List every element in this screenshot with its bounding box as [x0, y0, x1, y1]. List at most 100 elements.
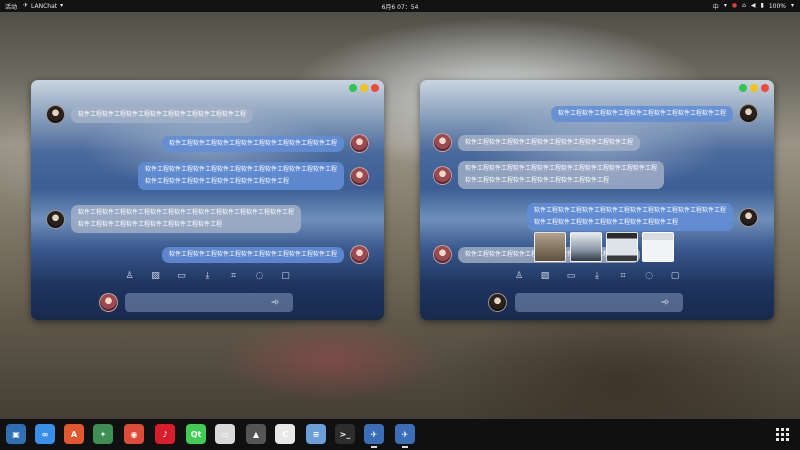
- user-icon[interactable]: ♙: [513, 270, 525, 282]
- virtualbox-icon[interactable]: ▣: [6, 424, 26, 444]
- message-bubble[interactable]: 软件工程软件工程软件工程软件工程软件工程软件工程软件工程: [71, 106, 254, 123]
- chevron-down-icon[interactable]: ▾: [791, 3, 794, 9]
- avatar[interactable]: [433, 165, 452, 185]
- composer: ➾: [420, 291, 774, 313]
- avatar[interactable]: [433, 133, 452, 152]
- app-menu-icon: ✈: [23, 2, 29, 9]
- message-row: 软件工程软件工程软件工程软件工程软件工程软件工程软件工程: [161, 134, 369, 153]
- text-editor-icon[interactable]: ≡: [306, 424, 326, 444]
- avatar[interactable]: [46, 105, 65, 124]
- message-row: 软件工程软件工程软件工程软件工程软件工程软件工程软件工程: [433, 133, 641, 152]
- screenshot-thumbnail[interactable]: [642, 232, 674, 262]
- baidu-netdisk-icon[interactable]: ∞: [35, 424, 55, 444]
- network-icon[interactable]: ⌂: [742, 3, 746, 9]
- message-bubble[interactable]: 软件工程软件工程软件工程软件工程软件工程软件工程软件工程软件工程软件工程软件工程…: [526, 203, 733, 231]
- screenshot-thumbnail[interactable]: [570, 232, 602, 262]
- message-input[interactable]: [515, 293, 683, 312]
- folder-icon[interactable]: ▭: [565, 270, 577, 282]
- send-icon[interactable]: ➾: [271, 295, 279, 310]
- avatar[interactable]: [350, 134, 369, 153]
- chat-window-right: 软件工程软件工程软件工程软件工程软件工程软件工程软件工程 软件工程软件工程软件工程…: [420, 80, 774, 320]
- message-text: 软件工程软件工程软件工程软件工程软件工程软件工程软件工程软件工程: [533, 207, 726, 214]
- message-text: 软件工程软件工程软件工程软件工程软件工程软件工程软件工程: [557, 109, 726, 117]
- android-studio-icon[interactable]: ✦: [93, 424, 113, 444]
- screenshot-thumbnail[interactable]: [534, 232, 566, 262]
- avatar[interactable]: [433, 245, 452, 264]
- battery-icon[interactable]: ▮: [761, 3, 764, 9]
- avatar[interactable]: [46, 209, 65, 229]
- message-list[interactable]: 软件工程软件工程软件工程软件工程软件工程软件工程软件工程 软件工程软件工程软件工程…: [31, 80, 384, 266]
- files-icon[interactable]: ▭: [215, 424, 235, 444]
- screenshot-thumbnail[interactable]: [606, 232, 638, 262]
- message-text: 软件工程软件工程软件工程软件工程软件工程软件工程软件工程: [465, 138, 634, 146]
- message-text: 软件工程软件工程软件工程软件工程软件工程软件工程软件工程软件工程: [465, 165, 658, 172]
- message-row: 软件工程软件工程软件工程软件工程软件工程软件工程软件工程软件工程软件工程软件工程…: [433, 161, 665, 189]
- download-icon[interactable]: ⤓: [591, 270, 603, 282]
- message-bubble[interactable]: 软件工程软件工程软件工程软件工程软件工程软件工程软件工程软件工程软件工程软件工程…: [458, 161, 665, 189]
- message-text: 软件工程软件工程软件工程软件工程软件工程软件工程软件工程: [168, 250, 337, 258]
- message-row: 软件工程软件工程软件工程软件工程软件工程软件工程软件工程: [550, 104, 758, 123]
- chat-icon[interactable]: ◌: [643, 270, 655, 282]
- folder-icon[interactable]: ▭: [176, 270, 188, 282]
- chevron-down-icon: ▾: [60, 2, 64, 9]
- window-controls: [349, 84, 379, 92]
- top-bar: 活动 ✈ LANChat ▾ 6月6 07：54 中 ▾ ● ⌂ ◀ ▮ 100…: [0, 0, 800, 12]
- volume-icon[interactable]: ◀: [751, 3, 756, 9]
- message-bubble[interactable]: 软件工程软件工程软件工程软件工程软件工程软件工程软件工程: [550, 105, 733, 122]
- image-icon[interactable]: ▨: [150, 270, 162, 282]
- screenshot-thumbnails: [534, 232, 674, 262]
- lanchat-icon-2[interactable]: ✈: [395, 424, 415, 448]
- send-icon[interactable]: ➾: [661, 295, 669, 310]
- message-bubble[interactable]: 软件工程软件工程软件工程软件工程软件工程软件工程软件工程软件工程软件工程软件工程…: [137, 162, 344, 190]
- message-row: 软件工程软件工程软件工程软件工程软件工程软件工程软件工程软件工程软件工程软件工程…: [46, 205, 302, 233]
- message-text: 软件工程软件工程软件工程软件工程软件工程软件工程软件工程软件工程软件工程: [78, 209, 295, 216]
- download-icon[interactable]: ⤓: [202, 270, 214, 282]
- input-method-indicator[interactable]: 中: [713, 2, 719, 11]
- avatar: [99, 293, 118, 312]
- activities-button[interactable]: 活动: [5, 2, 17, 11]
- avatar[interactable]: [739, 207, 758, 227]
- app-menu[interactable]: ✈ LANChat ▾: [23, 3, 63, 10]
- avatar[interactable]: [350, 166, 369, 186]
- chrome-icon[interactable]: ◉: [124, 424, 144, 444]
- app-store-icon[interactable]: A: [64, 424, 84, 444]
- message-row: 软件工程软件工程软件工程软件工程软件工程软件工程软件工程软件工程软件工程软件工程…: [137, 162, 369, 190]
- image-icon[interactable]: ▨: [539, 270, 551, 282]
- maximize-button[interactable]: [739, 84, 747, 92]
- user-icon[interactable]: ♙: [124, 270, 136, 282]
- avatar[interactable]: [739, 104, 758, 123]
- message-bubble[interactable]: 软件工程软件工程软件工程软件工程软件工程软件工程软件工程: [161, 135, 344, 152]
- chat-icon[interactable]: ◌: [254, 270, 266, 282]
- window-controls: [739, 84, 769, 92]
- maximize-button[interactable]: [349, 84, 357, 92]
- message-input[interactable]: [125, 293, 293, 312]
- minimize-button[interactable]: [750, 84, 758, 92]
- clock[interactable]: 6月6 07：54: [382, 4, 419, 11]
- minimize-button[interactable]: [360, 84, 368, 92]
- message-bubble[interactable]: 软件工程软件工程软件工程软件工程软件工程软件工程软件工程: [161, 246, 344, 263]
- message-text: 软件工程软件工程软件工程软件工程软件工程软件工程: [78, 221, 223, 228]
- clion-icon[interactable]: C: [275, 424, 295, 444]
- message-text: 软件工程软件工程软件工程软件工程软件工程软件工程: [465, 177, 610, 184]
- show-apps-icon[interactable]: [776, 428, 790, 442]
- message-bubble[interactable]: 软件工程软件工程软件工程软件工程软件工程软件工程软件工程软件工程软件工程软件工程…: [71, 205, 302, 233]
- message-text: 软件工程软件工程软件工程软件工程软件工程软件工程软件工程软件工程: [144, 166, 337, 173]
- record-icon[interactable]: ●: [732, 3, 737, 9]
- terminal-icon[interactable]: >_: [335, 424, 355, 444]
- message-text: 软件工程软件工程软件工程软件工程软件工程软件工程软件工程: [78, 110, 247, 118]
- screen-share-icon[interactable]: ▢: [280, 270, 292, 282]
- lanchat-icon-1[interactable]: ✈: [364, 424, 384, 448]
- message-bubble[interactable]: 软件工程软件工程软件工程软件工程软件工程软件工程软件工程: [458, 134, 641, 151]
- screen-share-icon[interactable]: ▢: [669, 270, 681, 282]
- message-row: 软件工程软件工程软件工程软件工程软件工程软件工程软件工程: [161, 245, 369, 264]
- message-text: 软件工程软件工程软件工程软件工程软件工程软件工程软件工程: [168, 139, 337, 147]
- close-button[interactable]: [371, 84, 379, 92]
- inkscape-icon[interactable]: ▲: [246, 424, 266, 444]
- qt-creator-icon[interactable]: Qt: [186, 424, 206, 444]
- crop-icon[interactable]: ⌗: [617, 270, 629, 282]
- avatar[interactable]: [350, 245, 369, 264]
- netease-music-icon[interactable]: ♪: [155, 424, 175, 444]
- chat-toolbar: ♙ ▨ ▭ ⤓ ⌗ ◌ ▢: [31, 269, 384, 283]
- crop-icon[interactable]: ⌗: [228, 270, 240, 282]
- close-button[interactable]: [761, 84, 769, 92]
